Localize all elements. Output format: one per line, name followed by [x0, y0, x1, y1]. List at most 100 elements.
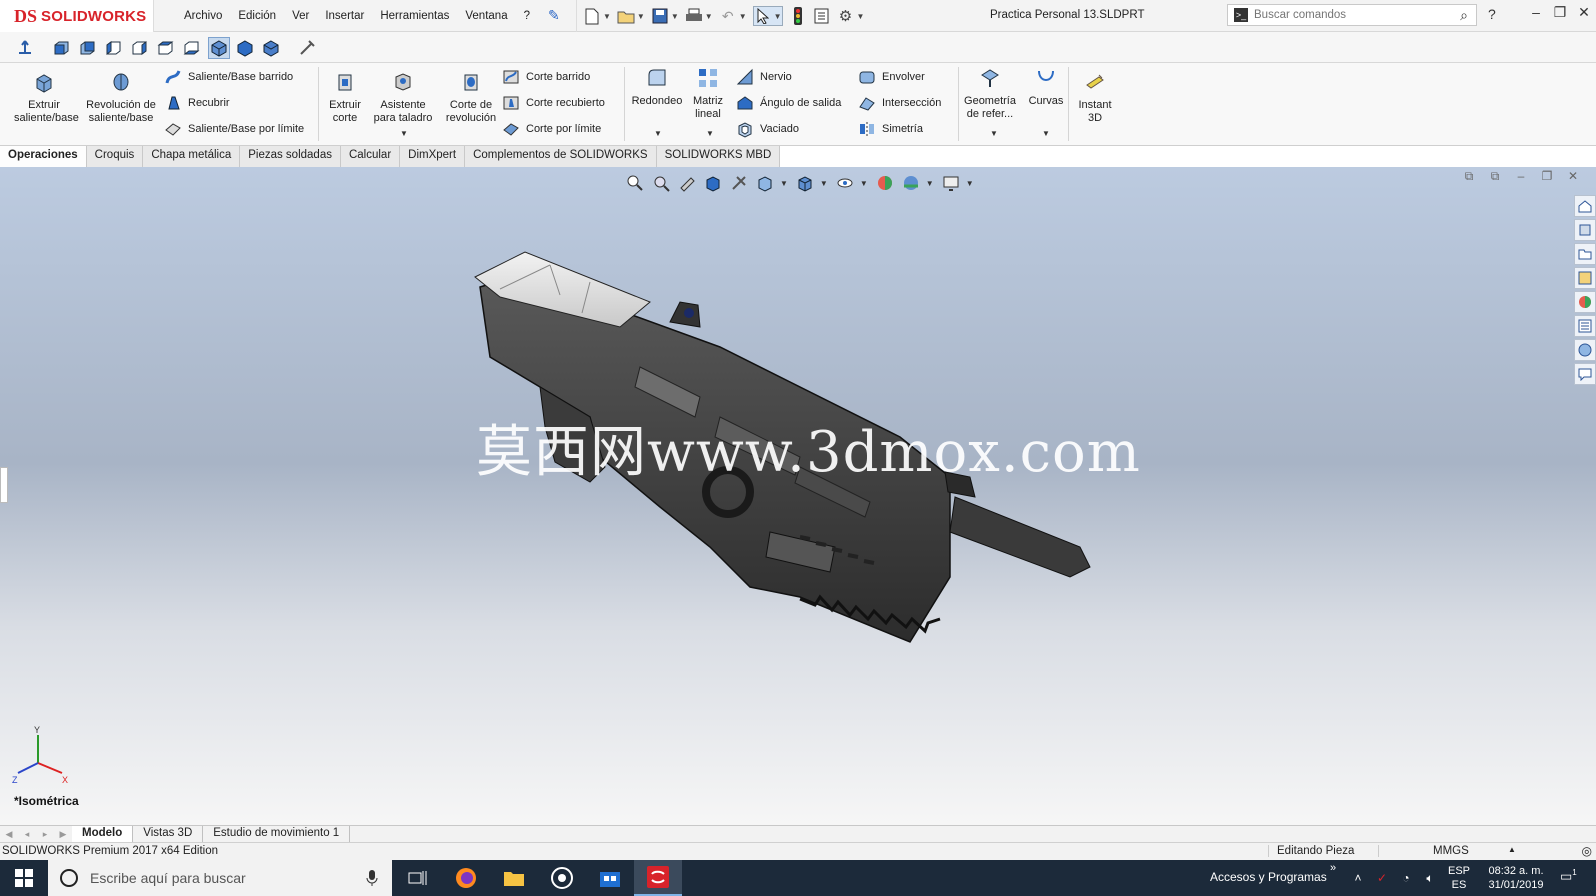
tile-left-icon[interactable]: ⧉ [1456, 169, 1482, 184]
instant3d-button[interactable]: Instant 3D [1072, 71, 1118, 125]
swept-cut-button[interactable]: Corte barrido [502, 67, 590, 87]
chat-tab[interactable] [1574, 363, 1596, 385]
first-tab-icon[interactable]: ◀ [0, 829, 18, 840]
intersect-button[interactable]: Intersección [858, 93, 941, 113]
tab-calcular[interactable]: Calcular [340, 146, 401, 167]
mirror-button[interactable]: Simetría [858, 119, 923, 139]
search-input[interactable] [1254, 9, 1444, 21]
hole-wizard-button[interactable]: Asistente para taladro [370, 71, 436, 125]
action-center-button[interactable]: ▭1 [1560, 868, 1577, 884]
language-indicator[interactable]: ESP ES [1448, 864, 1470, 892]
edit-appearance-button[interactable] [874, 172, 896, 194]
menu-insertar[interactable]: Insertar [317, 10, 372, 22]
view-back-button[interactable] [76, 37, 98, 59]
view-trimetric-button[interactable] [234, 37, 256, 59]
fillet-button[interactable]: Redondeo [628, 67, 686, 108]
show-hidden-icons-icon[interactable]: ˄ [1346, 871, 1370, 885]
curves-dropdown-icon[interactable]: ▼ [1042, 129, 1050, 138]
draft-button[interactable]: Ángulo de salida [736, 93, 841, 113]
hide-show-dropdown-icon[interactable]: ▼ [860, 179, 868, 188]
start-button[interactable] [0, 860, 48, 896]
close-button[interactable]: ✕ [1572, 4, 1596, 21]
new-document-button[interactable]: ▼ [583, 7, 611, 25]
tab-mbd[interactable]: SOLIDWORKS MBD [656, 146, 781, 167]
tray-toolbar-chevron[interactable]: » [1330, 862, 1336, 874]
undo-button[interactable]: ↶ ▼ [719, 7, 747, 25]
tab-operaciones[interactable]: Operaciones [0, 146, 87, 167]
store-app[interactable] [586, 860, 634, 896]
rebuild-status-icon[interactable]: ◎ [1582, 844, 1592, 858]
revolve-boss-button[interactable]: Revolución de saliente/base [84, 71, 158, 125]
wrap-button[interactable]: Envolver [858, 67, 925, 87]
pin-menu-icon[interactable]: ✎ [548, 7, 560, 24]
tab-croquis[interactable]: Croquis [86, 146, 144, 167]
search-icon[interactable]: ⌕ [1460, 7, 1468, 24]
restore-button[interactable]: ❐ [1548, 4, 1572, 21]
graphics-area[interactable]: ▼ ▼ ▼ ▼ ▼ ⧉ ⧉ – ❐ ✕ 莫西网www.3dmox.com Y X… [0, 167, 1596, 825]
options-button[interactable]: ⚙ ▼ [837, 7, 865, 25]
previous-view-button[interactable] [676, 172, 698, 194]
taskbar-clock[interactable]: 08:32 a. m. 31/01/2019 [1480, 864, 1552, 892]
normal-to-button[interactable] [14, 37, 36, 59]
reference-geometry-dropdown-icon[interactable]: ▼ [990, 129, 998, 138]
file-explorer-tab[interactable] [1574, 243, 1596, 265]
view-front-button[interactable] [50, 37, 72, 59]
menu-ventana[interactable]: Ventana [457, 10, 515, 22]
tab-complementos[interactable]: Complementos de SOLIDWORKS [465, 146, 657, 167]
appearances-tab[interactable] [1574, 291, 1596, 313]
tab-estudio-movimiento[interactable]: Estudio de movimiento 1 [203, 826, 351, 842]
print-button[interactable]: ▼ [685, 7, 713, 25]
linear-pattern-button[interactable]: Matriz lineal [688, 67, 728, 121]
view-right-button[interactable] [128, 37, 150, 59]
menu-help[interactable]: ? [516, 10, 538, 22]
view-orientation-dropdown-icon[interactable]: ▼ [780, 179, 788, 188]
view-palette-tab[interactable] [1574, 267, 1596, 289]
solidworks-forum-tab[interactable] [1574, 339, 1596, 361]
curves-button[interactable]: Curvas [1026, 67, 1066, 108]
zoom-to-area-button[interactable] [650, 172, 672, 194]
save-button[interactable]: ▼ [651, 7, 679, 25]
view-bottom-button[interactable] [180, 37, 202, 59]
open-button[interactable]: ▼ [617, 7, 645, 25]
boundary-boss-button[interactable]: Saliente/Base por límite [164, 119, 304, 139]
menu-archivo[interactable]: Archivo [176, 10, 230, 22]
minimize-button[interactable]: – [1524, 4, 1548, 21]
media-app[interactable] [538, 860, 586, 896]
task-view-button[interactable] [394, 860, 442, 896]
extrude-cut-button[interactable]: Extruir corte [324, 71, 366, 125]
viewport-minimize-button[interactable]: – [1508, 169, 1534, 184]
taskbar-search[interactable]: Escribe aquí para buscar [48, 860, 392, 896]
file-explorer-app[interactable] [490, 860, 538, 896]
rib-button[interactable]: Nervio [736, 67, 792, 87]
menu-edicion[interactable]: Edición [230, 10, 284, 22]
scene-dropdown-icon[interactable]: ▼ [926, 179, 934, 188]
view-top-button[interactable] [154, 37, 176, 59]
select-button[interactable]: ▼ [752, 6, 783, 26]
file-properties-button[interactable] [813, 7, 831, 25]
lofted-cut-button[interactable]: Corte recubierto [502, 93, 605, 113]
firefox-app[interactable] [442, 860, 490, 896]
zoom-to-fit-button[interactable] [624, 172, 646, 194]
revolve-cut-button[interactable]: Corte de revolución [440, 71, 502, 125]
units-dropdown-icon[interactable]: ▲ [1508, 845, 1516, 854]
wifi-icon[interactable]: ◔ [1394, 871, 1418, 885]
view-selector-button[interactable] [296, 37, 318, 59]
extrude-boss-button[interactable]: Extruir saliente/base [8, 71, 80, 125]
fillet-dropdown-icon[interactable]: ▼ [654, 129, 662, 138]
dynamic-annotation-button[interactable] [728, 172, 750, 194]
resources-tab[interactable] [1574, 219, 1596, 241]
view-orientation-button[interactable] [754, 172, 776, 194]
rebuild-button[interactable] [789, 7, 807, 25]
volume-icon[interactable]: 🔈︎ [1418, 871, 1442, 886]
tab-modelo[interactable]: Modelo [72, 826, 134, 842]
last-tab-icon[interactable]: ▶ [54, 829, 72, 840]
next-tab-icon[interactable]: ▸ [36, 829, 54, 840]
tray-toolbar-label[interactable]: Accesos y Programas [1210, 870, 1327, 884]
viewport-restore-button[interactable]: ❐ [1534, 169, 1560, 184]
help-button[interactable]: ? [1488, 6, 1496, 22]
view-isometric-button[interactable] [208, 37, 230, 59]
shell-button[interactable]: Vaciado [736, 119, 799, 139]
hole-wizard-dropdown-icon[interactable]: ▼ [400, 129, 408, 138]
home-tab[interactable] [1574, 195, 1596, 217]
tab-vistas-3d[interactable]: Vistas 3D [133, 826, 204, 842]
